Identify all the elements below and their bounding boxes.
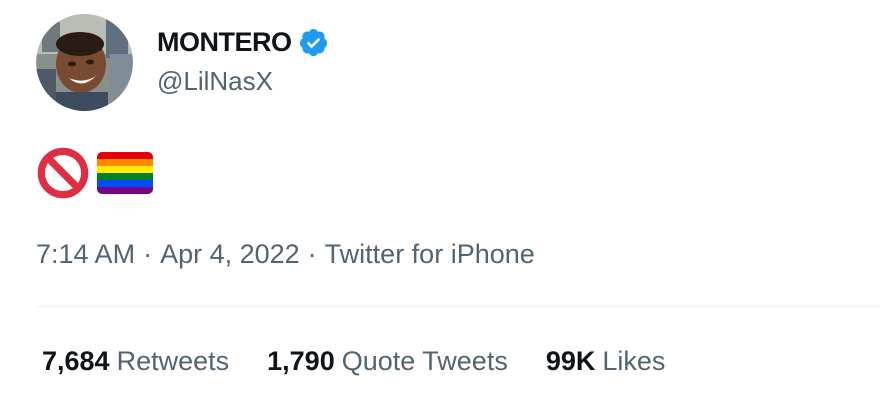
divider [36, 306, 880, 307]
meta-separator: · [143, 239, 153, 269]
author-name-row[interactable]: MONTERO [157, 24, 329, 60]
author-handle[interactable]: @LilNasX [157, 64, 273, 98]
tweet-card: MONTERO @LilNasX 7:14 AM · Apr 4, 2022 ·… [0, 0, 880, 414]
tweet-source-link[interactable]: Twitter for iPhone [325, 239, 535, 269]
quote-tweets-stat[interactable]: 1,790 Quote Tweets [267, 343, 508, 379]
likes-label: Likes [602, 346, 666, 376]
no-entry-sign-icon [37, 147, 89, 199]
retweets-count: 7,684 [42, 346, 110, 376]
likes-stat[interactable]: 99K Likes [546, 343, 666, 379]
tweet-stats: 7,684 Retweets 1,790 Quote Tweets 99K Likes [42, 343, 703, 379]
verified-badge-icon [299, 28, 327, 56]
tweet-text [37, 146, 153, 200]
display-name[interactable]: MONTERO [157, 24, 292, 60]
avatar[interactable] [36, 14, 133, 111]
tweet-time[interactable]: 7:14 AM [36, 239, 135, 269]
retweets-stat[interactable]: 7,684 Retweets [42, 343, 229, 379]
retweets-label: Retweets [116, 346, 230, 376]
meta-separator: · [307, 239, 317, 269]
tweet-date[interactable]: Apr 4, 2022 [160, 239, 300, 269]
likes-count: 99K [545, 346, 596, 376]
quote-tweets-label: Quote Tweets [341, 346, 508, 376]
tweet-meta: 7:14 AM · Apr 4, 2022 · Twitter for iPhone [36, 236, 535, 272]
quote-tweets-count: 1,790 [267, 346, 335, 376]
rainbow-flag-icon [97, 152, 153, 194]
